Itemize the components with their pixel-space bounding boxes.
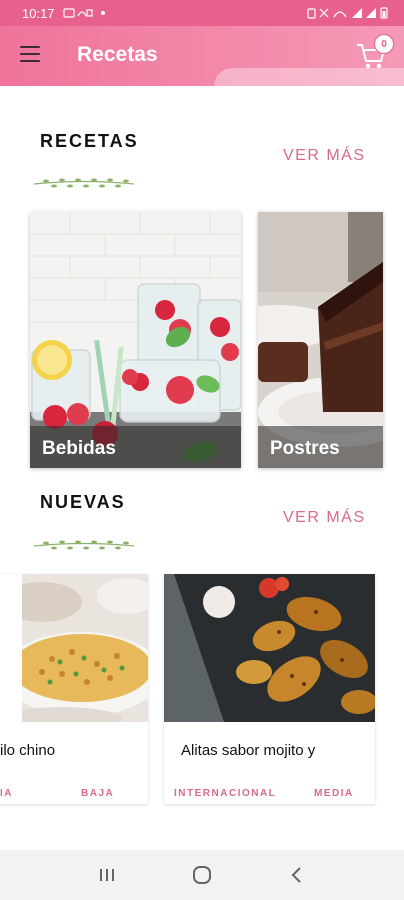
home-icon: [192, 866, 211, 884]
recents-button[interactable]: [87, 860, 127, 890]
category-label-bebidas: Bebidas: [30, 426, 241, 468]
category-label-postres: Postres: [258, 426, 383, 468]
wings-image: [164, 574, 375, 722]
status-time: 10:17: [22, 5, 55, 21]
section-title-nuevas: NUEVAS: [40, 492, 126, 512]
recipe-tag-difficulty[interactable]: BAJA: [81, 788, 114, 799]
home-button[interactable]: [182, 860, 222, 890]
recipe-tag-difficulty[interactable]: MEDIA: [314, 788, 354, 799]
wings-image-wrap: [164, 574, 375, 722]
section-title-recetas: RECETAS: [40, 131, 139, 151]
app-title: Recetas: [77, 43, 158, 66]
back-icon: [291, 867, 301, 883]
recipe-tag-cuisine[interactable]: IA: [0, 788, 13, 799]
signal-icons: [307, 7, 388, 19]
category-card-bebidas[interactable]: Bebidas: [30, 212, 241, 468]
recents-icon: [100, 869, 115, 881]
system-nav-bar: [0, 850, 404, 900]
recipe-card-alitas[interactable]: Alitas sabor mojito y INTERNACIONAL MEDI…: [164, 574, 375, 804]
rice-image: [22, 574, 148, 722]
see-more-nuevas-button[interactable]: VER MÁS: [283, 509, 366, 527]
notification-dot-icon: [100, 11, 105, 15]
recipe-title-rice: ilo chino: [0, 742, 56, 759]
rice-image-wrap: [22, 574, 148, 722]
see-more-recetas-button[interactable]: VER MÁS: [283, 147, 366, 165]
vine-decoration-icon: [33, 540, 135, 550]
category-card-postres[interactable]: Postres: [258, 212, 383, 468]
cart-button[interactable]: 0: [356, 34, 394, 72]
back-button[interactable]: [277, 860, 317, 890]
vine-decoration-icon: [33, 178, 135, 188]
status-bar: 10:17: [0, 0, 404, 26]
cart-count-badge: 0: [374, 34, 394, 54]
app-bar: Recetas 0: [0, 26, 404, 86]
recipe-tag-cuisine[interactable]: INTERNACIONAL: [174, 788, 276, 799]
notification-icon: [62, 8, 93, 18]
recipe-card-rice[interactable]: ilo chino IA BAJA: [0, 574, 148, 804]
menu-icon[interactable]: [20, 46, 40, 62]
recipe-title-alitas: Alitas sabor mojito y: [181, 742, 316, 759]
